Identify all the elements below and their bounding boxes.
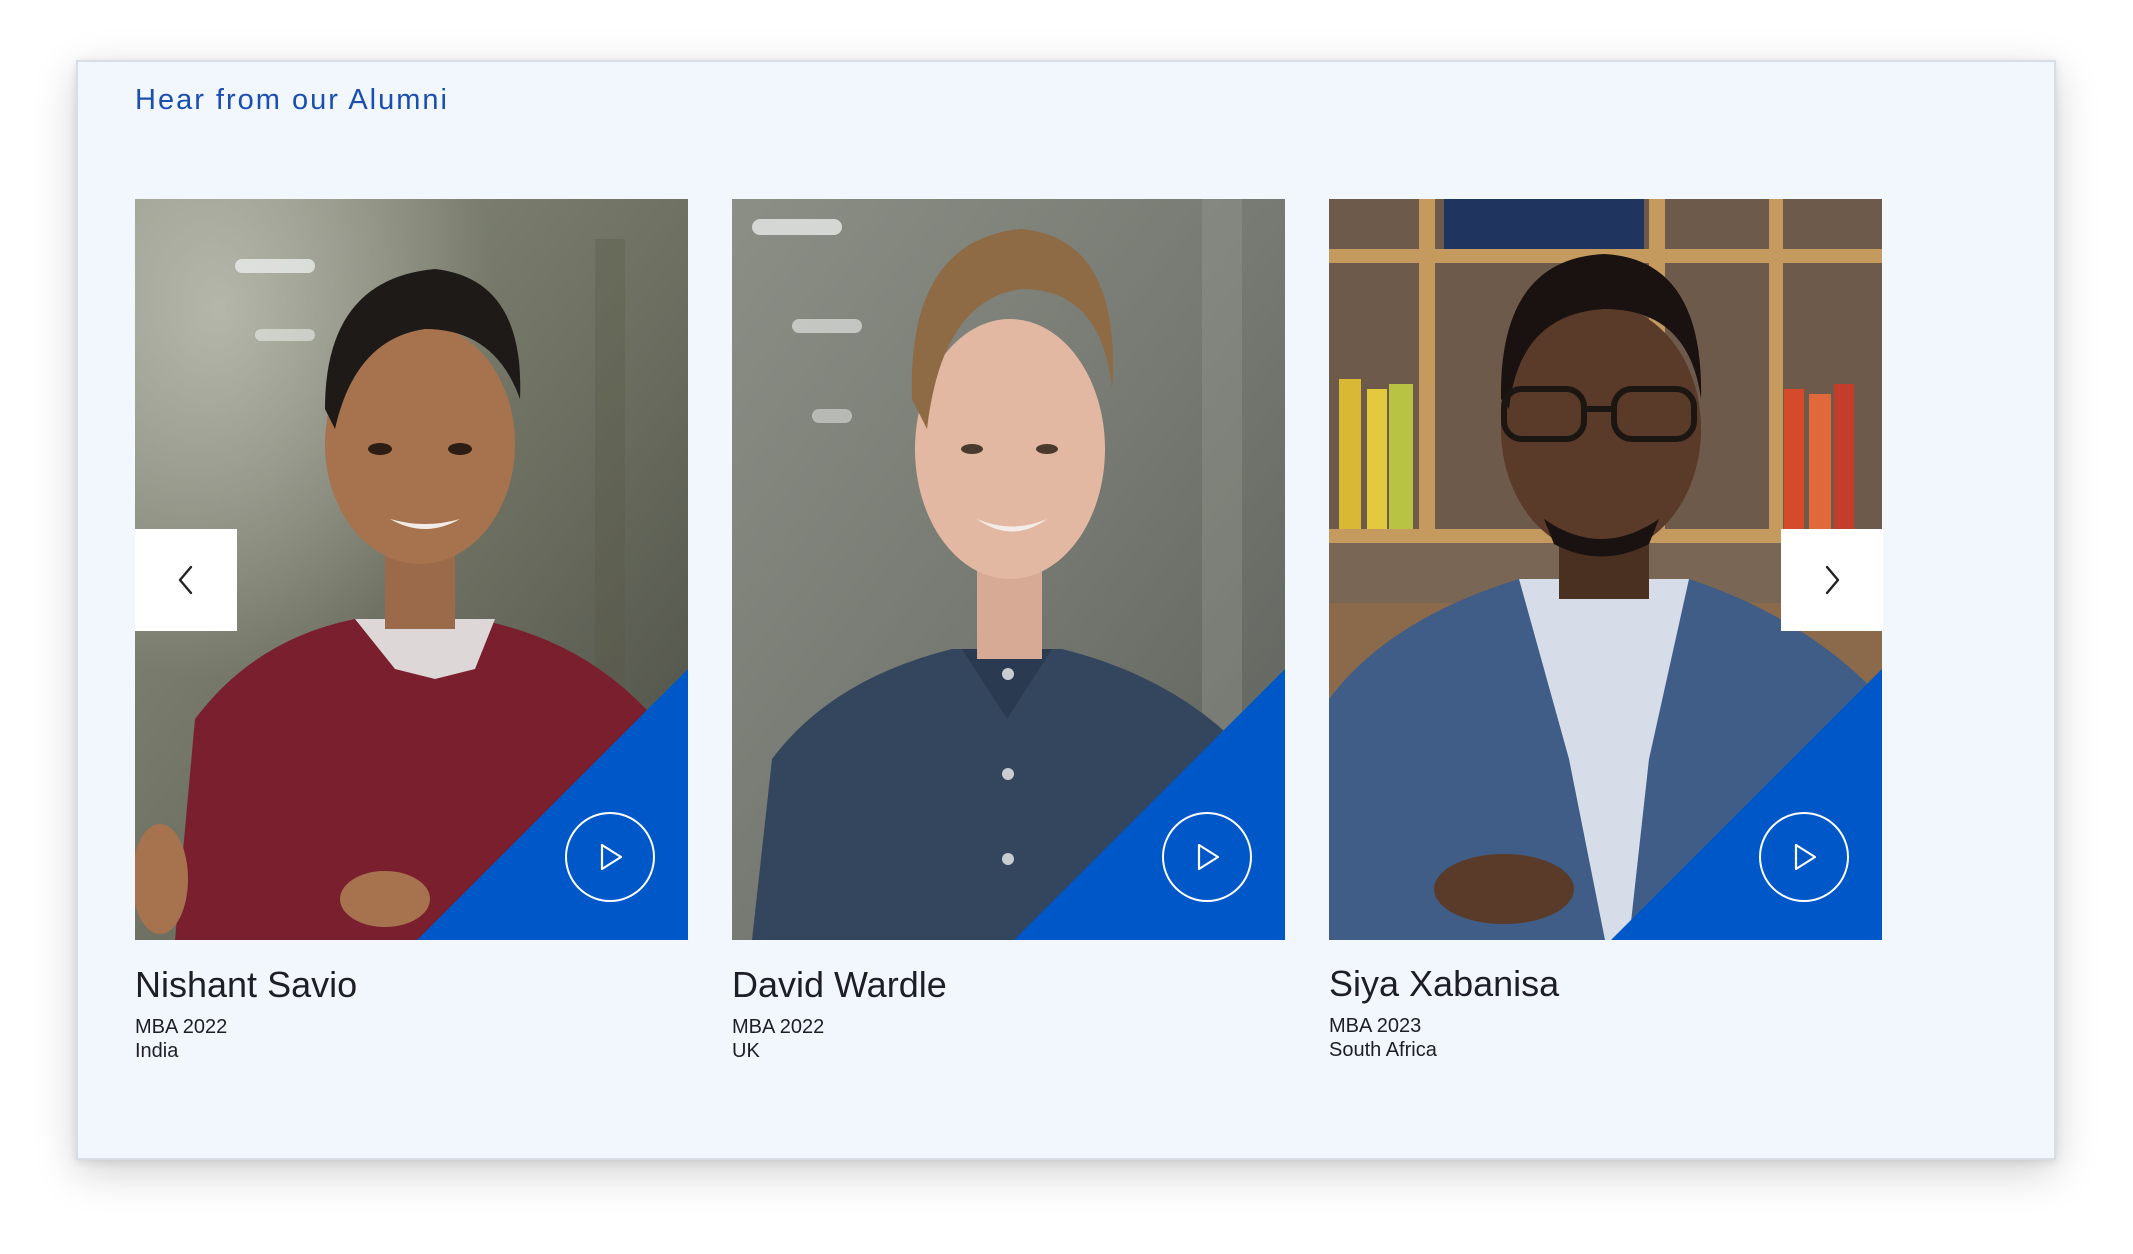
- alumni-program: MBA 2022: [732, 1016, 825, 1038]
- carousel-next-button[interactable]: [1781, 529, 1883, 631]
- chevron-right-icon: [1825, 565, 1840, 595]
- carousel-prev-button[interactable]: [135, 529, 237, 631]
- alumni-section: Hear from our Alumni Nishant Savio MBA 2…: [76, 60, 2056, 1160]
- alumni-name: Siya Xabanisa: [1329, 963, 1560, 1004]
- alumni-name: David Wardle: [732, 964, 947, 1005]
- alumni-country: UK: [732, 1040, 760, 1062]
- alumni-country: South Africa: [1329, 1039, 1437, 1061]
- alumni-name: Nishant Savio: [135, 964, 358, 1005]
- chevron-left-icon: [178, 565, 193, 595]
- section-title: Hear from our Alumni: [135, 84, 449, 116]
- play-button[interactable]: [1759, 812, 1849, 902]
- video-thumbnail[interactable]: [732, 199, 1285, 940]
- play-icon: [600, 843, 623, 871]
- alumni-card: David Wardle MBA 2022 UK: [732, 199, 1285, 1062]
- play-button[interactable]: [565, 812, 655, 902]
- play-button[interactable]: [1162, 812, 1252, 902]
- play-icon: [1197, 843, 1220, 871]
- alumni-program: MBA 2023: [1329, 1015, 1422, 1037]
- play-icon: [1794, 843, 1817, 871]
- alumni-country: India: [135, 1040, 179, 1062]
- alumni-program: MBA 2022: [135, 1016, 228, 1038]
